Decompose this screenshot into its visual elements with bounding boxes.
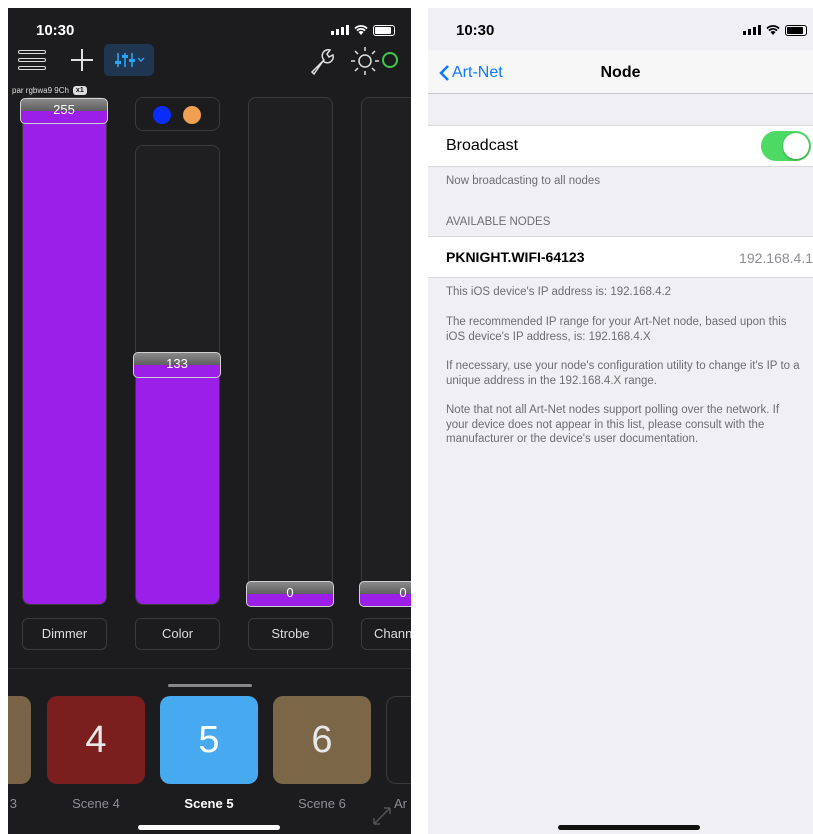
- color-swatch-blue[interactable]: [153, 106, 171, 124]
- fader-fill: [23, 104, 106, 604]
- fader-fill: [136, 374, 219, 604]
- channel-label-color: Color: [135, 618, 220, 650]
- node-row[interactable]: PKNIGHT.WIFI-64123 192.168.4.1: [428, 236, 813, 278]
- expand-icon[interactable]: [370, 804, 394, 828]
- recommended-range-text: The recommended IP range for your Art-Ne…: [446, 316, 787, 343]
- status-icons: [331, 24, 395, 36]
- fader-track-dimmer[interactable]: [22, 97, 107, 605]
- scene-label-6: Scene 6: [298, 796, 346, 811]
- scene-label-next: Ar: [394, 796, 407, 811]
- fader-handle-color[interactable]: 133: [133, 352, 221, 378]
- faders-icon: [115, 53, 145, 67]
- channel-label-channel: Chann: [361, 618, 411, 650]
- scene-label-3: 3: [9, 796, 17, 811]
- add-icon[interactable]: [68, 46, 96, 74]
- polling-note-text: Note that not all Art-Net nodes support …: [446, 404, 780, 445]
- scene-tile-5[interactable]: 5: [160, 696, 258, 784]
- dmx-controller-screen: 10:30 par rgbwa9 9Ch x1 255 Dimmer 133 C…: [8, 8, 411, 834]
- node-settings-screen: 10:30 Art-Net Node Broadcast Now broadca…: [428, 8, 813, 834]
- node-name: PKNIGHT.WIFI-64123: [446, 249, 585, 265]
- mixer-button[interactable]: [104, 44, 154, 76]
- fader-handle-channel[interactable]: 0: [359, 581, 411, 607]
- wifi-icon: [766, 25, 780, 35]
- wrench-icon[interactable]: [306, 46, 338, 76]
- channel-label-dimmer: Dimmer: [22, 618, 107, 650]
- device-ip-text: This iOS device's IP address is: 192.168…: [446, 286, 672, 298]
- menu-icon[interactable]: [18, 48, 48, 74]
- fixture-name: par rgbwa9 9Ch: [12, 86, 69, 95]
- status-time: 10:30: [36, 22, 75, 39]
- fader-track-strobe[interactable]: [248, 97, 333, 605]
- scene-tile-4[interactable]: 4: [47, 696, 145, 784]
- section-header-available-nodes: AVAILABLE NODES: [446, 216, 551, 228]
- fader-handle-dimmer[interactable]: 255: [20, 98, 108, 124]
- fixture-count-badge: x1: [72, 86, 87, 95]
- configuration-hint-text: If necessary, use your node's configurat…: [446, 360, 800, 387]
- home-indicator: [558, 825, 700, 830]
- scene-tile-3[interactable]: [8, 696, 31, 784]
- scene-label-5: Scene 5: [184, 796, 234, 811]
- channel-label-strobe: Strobe: [248, 618, 333, 650]
- signal-icon: [743, 25, 761, 35]
- broadcast-label: Broadcast: [446, 137, 519, 154]
- status-icons: [743, 24, 807, 36]
- broadcast-footer: Now broadcasting to all nodes: [446, 175, 601, 187]
- node-ip: 192.168.4.1: [739, 250, 813, 266]
- scene-tile-6[interactable]: 6: [273, 696, 371, 784]
- battery-icon: [785, 24, 807, 36]
- signal-icon: [331, 25, 349, 35]
- fixture-label: par rgbwa9 9Ch x1: [12, 86, 87, 95]
- scene-tile-next[interactable]: [386, 696, 411, 784]
- broadcast-cell: Broadcast: [428, 125, 813, 167]
- wifi-icon: [354, 25, 368, 35]
- battery-icon: [373, 24, 395, 36]
- page-title: Node: [600, 64, 641, 81]
- color-presets[interactable]: [135, 97, 220, 131]
- section-divider: [8, 668, 411, 669]
- home-indicator: [138, 825, 280, 830]
- navigation-bar: Art-Net Node: [428, 50, 813, 94]
- broadcast-toggle[interactable]: [761, 131, 811, 161]
- scene-label-4: Scene 4: [72, 796, 120, 811]
- color-swatch-amber[interactable]: [183, 106, 201, 124]
- brightness-icon[interactable]: [348, 44, 382, 78]
- drag-handle[interactable]: [168, 684, 252, 687]
- connection-status-icon: [382, 52, 398, 68]
- fader-track-channel[interactable]: [361, 97, 411, 605]
- status-time: 10:30: [456, 22, 495, 39]
- fader-handle-strobe[interactable]: 0: [246, 581, 334, 607]
